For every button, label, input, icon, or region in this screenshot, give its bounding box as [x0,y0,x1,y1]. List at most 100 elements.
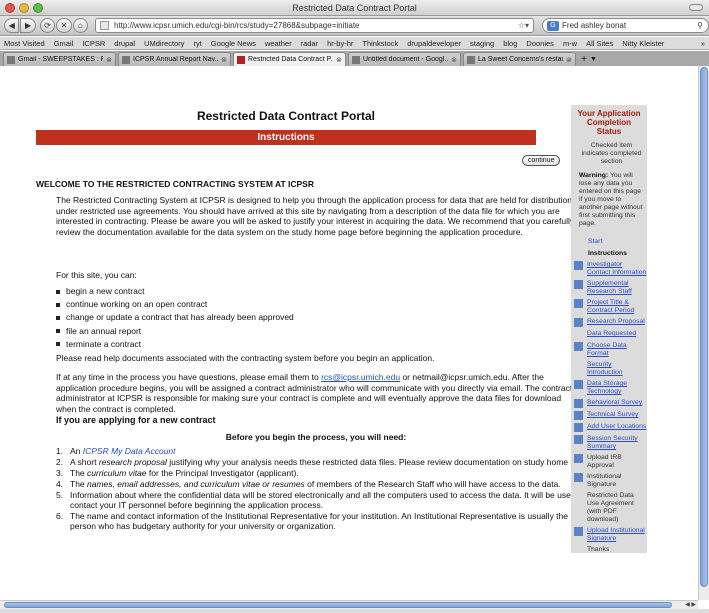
bookmark-item[interactable]: radar [301,39,319,48]
browser-tab[interactable]: La Sweet Concerns's restau... ⊗ [463,52,576,66]
sidebar-step[interactable]: Choose Data Format [571,342,647,358]
sidebar-step[interactable]: Research Proposal [571,318,647,327]
sidebar-step[interactable]: Supplemental Research Staff [571,280,647,296]
sidebar-step[interactable]: Data Requested [571,330,647,339]
bookmark-item[interactable]: Google News [211,39,256,48]
bullet-icon [56,342,60,347]
search-icon[interactable]: ⚲ [697,21,703,30]
checked-box-icon [574,261,583,270]
needs-item-post: justifying why your analysis needs these… [166,457,592,467]
sidebar-start-link[interactable]: Start [588,238,647,246]
sidebar-current-step: Instructions [588,250,627,257]
forward-button[interactable]: ▶ [20,18,36,33]
unchecked-box-icon [574,361,583,370]
tab-close-icon[interactable]: ⊗ [336,56,342,64]
address-bar[interactable]: http://www.icpsr.umich.edu/cgi-bin/rcs/s… [95,18,535,33]
bookmark-item[interactable]: Gmail [54,39,74,48]
sidebar-step[interactable]: Investigator Contact Information [571,261,647,277]
horizontal-scroll-thumb[interactable] [4,602,672,608]
sidebar-step-label[interactable]: Research Proposal [587,318,645,326]
bullet-icon [56,316,60,320]
sidebar-step-label[interactable]: Session Security Summary [587,435,647,451]
toolbar-toggle-button[interactable] [689,4,703,11]
help-note: Please read help documents associated wi… [56,353,435,363]
page-viewport: Restricted Data Contract Portal Instruct… [0,66,698,600]
home-button[interactable]: ⌂ [72,18,89,33]
browser-tab[interactable]: Gmail - SWEEPSTAKES : Fr...⊗ [3,52,116,66]
list-item: continue working on an open contract [56,298,556,311]
search-box[interactable]: G Fred ashley bonat ⚲ [542,18,709,33]
browser-tab[interactable]: ICPSR Annual Report Nav... ⊗ [118,52,231,66]
horizontal-scrollbar[interactable]: ◀ ▶ [0,600,698,609]
bookmark-item[interactable]: Doonies [526,39,554,48]
bookmark-item[interactable]: Thinkstock [362,39,398,48]
sidebar-step-label[interactable]: Supplemental Research Staff [587,280,647,296]
sidebar-step[interactable]: Add User Locations [571,423,647,432]
back-button[interactable]: ◀ [4,18,20,33]
tab-label[interactable]: Restricted Data Contract P... [248,56,333,63]
bookmark-item[interactable]: m-w [563,39,577,48]
reload-button[interactable]: ⟳ [39,18,56,33]
bookmark-item[interactable]: ICPSR [82,39,105,48]
email-link[interactable]: rcs@icpsr.umich.edu [321,372,400,382]
warning-text: You will lose any data you entered on th… [579,172,643,227]
tab-label[interactable]: Untitled document - Googl... [363,56,448,63]
scroll-arrows-icon[interactable]: ◀ ▶ [685,601,696,608]
sidebar-step-label[interactable]: Security Introduction [587,361,647,377]
new-tab-icon[interactable]: + [578,52,590,66]
bookmark-item[interactable]: Most Visited [4,39,45,48]
sidebar-step-label[interactable]: Choose Data Format [587,342,647,358]
sidebar-step[interactable]: Upload Institutional Signature [571,527,647,543]
vertical-scroll-thumb[interactable] [700,67,708,587]
tab-favicon-icon [237,55,245,64]
bookmark-item[interactable]: Nitty Kleister [622,39,664,48]
needs-item-number: 2. [56,457,64,467]
sidebar-step-label[interactable]: Add User Locations [587,423,646,431]
continue-button[interactable]: continue [522,155,561,166]
browser-tab[interactable]: Untitled document - Googl... ⊗ [348,52,461,66]
bookmark-item[interactable]: UMdirectory [144,39,184,48]
tab-list-icon[interactable]: ▼ [590,52,600,66]
can-do-intro: For this site, you can: [56,270,137,280]
tab-close-icon[interactable]: ⊗ [451,56,457,64]
tab-close-icon[interactable]: ⊗ [221,56,227,64]
tab-label[interactable]: La Sweet Concerns's restau... [478,56,563,63]
status-sidebar: Your Application Completion Status Check… [571,105,647,553]
stop-button[interactable]: ✕ [56,18,72,33]
checked-box-icon [574,318,583,327]
my-data-account-link[interactable]: ICPSR My Data Account [83,446,176,456]
list-item: begin a new contract [56,285,556,298]
browser-tab[interactable]: Restricted Data Contract P... ⊗ [233,52,346,66]
bookmark-item[interactable]: weather [265,39,292,48]
sidebar-step-label[interactable]: Data Requested [587,330,636,338]
search-engine-icon[interactable]: G [547,20,560,31]
sidebar-step[interactable]: Technical Survey [571,411,647,420]
sidebar-step[interactable]: Data Storage Technology [571,380,647,396]
tab-close-icon[interactable]: ⊗ [566,56,572,64]
url-text[interactable]: http://www.icpsr.umich.edu/cgi-bin/rcs/s… [114,21,359,30]
sidebar-step-label[interactable]: Data Storage Technology [587,380,647,396]
sidebar-step-label[interactable]: Technical Survey [587,411,638,419]
sidebar-step[interactable]: Session Security Summary [571,435,647,451]
sidebar-step[interactable]: Project Title & Contract Period [571,299,647,315]
search-text[interactable]: Fred ashley bonat [562,21,626,30]
bookmark-star-icon[interactable]: ☆▾ [518,21,529,30]
bookmark-item[interactable]: ryt [194,39,202,48]
sidebar-step-label[interactable]: Upload Institutional Signature [587,527,647,543]
sidebar-step-label[interactable]: Project Title & Contract Period [587,299,647,315]
tab-label[interactable]: ICPSR Annual Report Nav... [133,56,218,63]
sidebar-step[interactable]: Behavioral Survey [571,399,647,408]
sidebar-step[interactable]: Security Introduction [571,361,647,377]
bookmark-item[interactable]: hr-by-hr [327,39,353,48]
bookmarks-overflow-icon[interactable]: » [701,39,705,48]
sidebar-step-label[interactable]: Investigator Contact Information [587,261,647,277]
bookmark-item[interactable]: staging [470,39,494,48]
tab-close-icon[interactable]: ⊗ [106,56,112,64]
sidebar-step-label[interactable]: Behavioral Survey [587,399,642,407]
bookmark-item[interactable]: All Sites [586,39,613,48]
bookmark-item[interactable]: drupaldeveloper [407,39,461,48]
bookmark-item[interactable]: drupal [114,39,135,48]
vertical-scrollbar[interactable] [698,66,709,600]
bookmark-item[interactable]: blog [503,39,517,48]
tab-label[interactable]: Gmail - SWEEPSTAKES : Fr... [18,56,103,63]
